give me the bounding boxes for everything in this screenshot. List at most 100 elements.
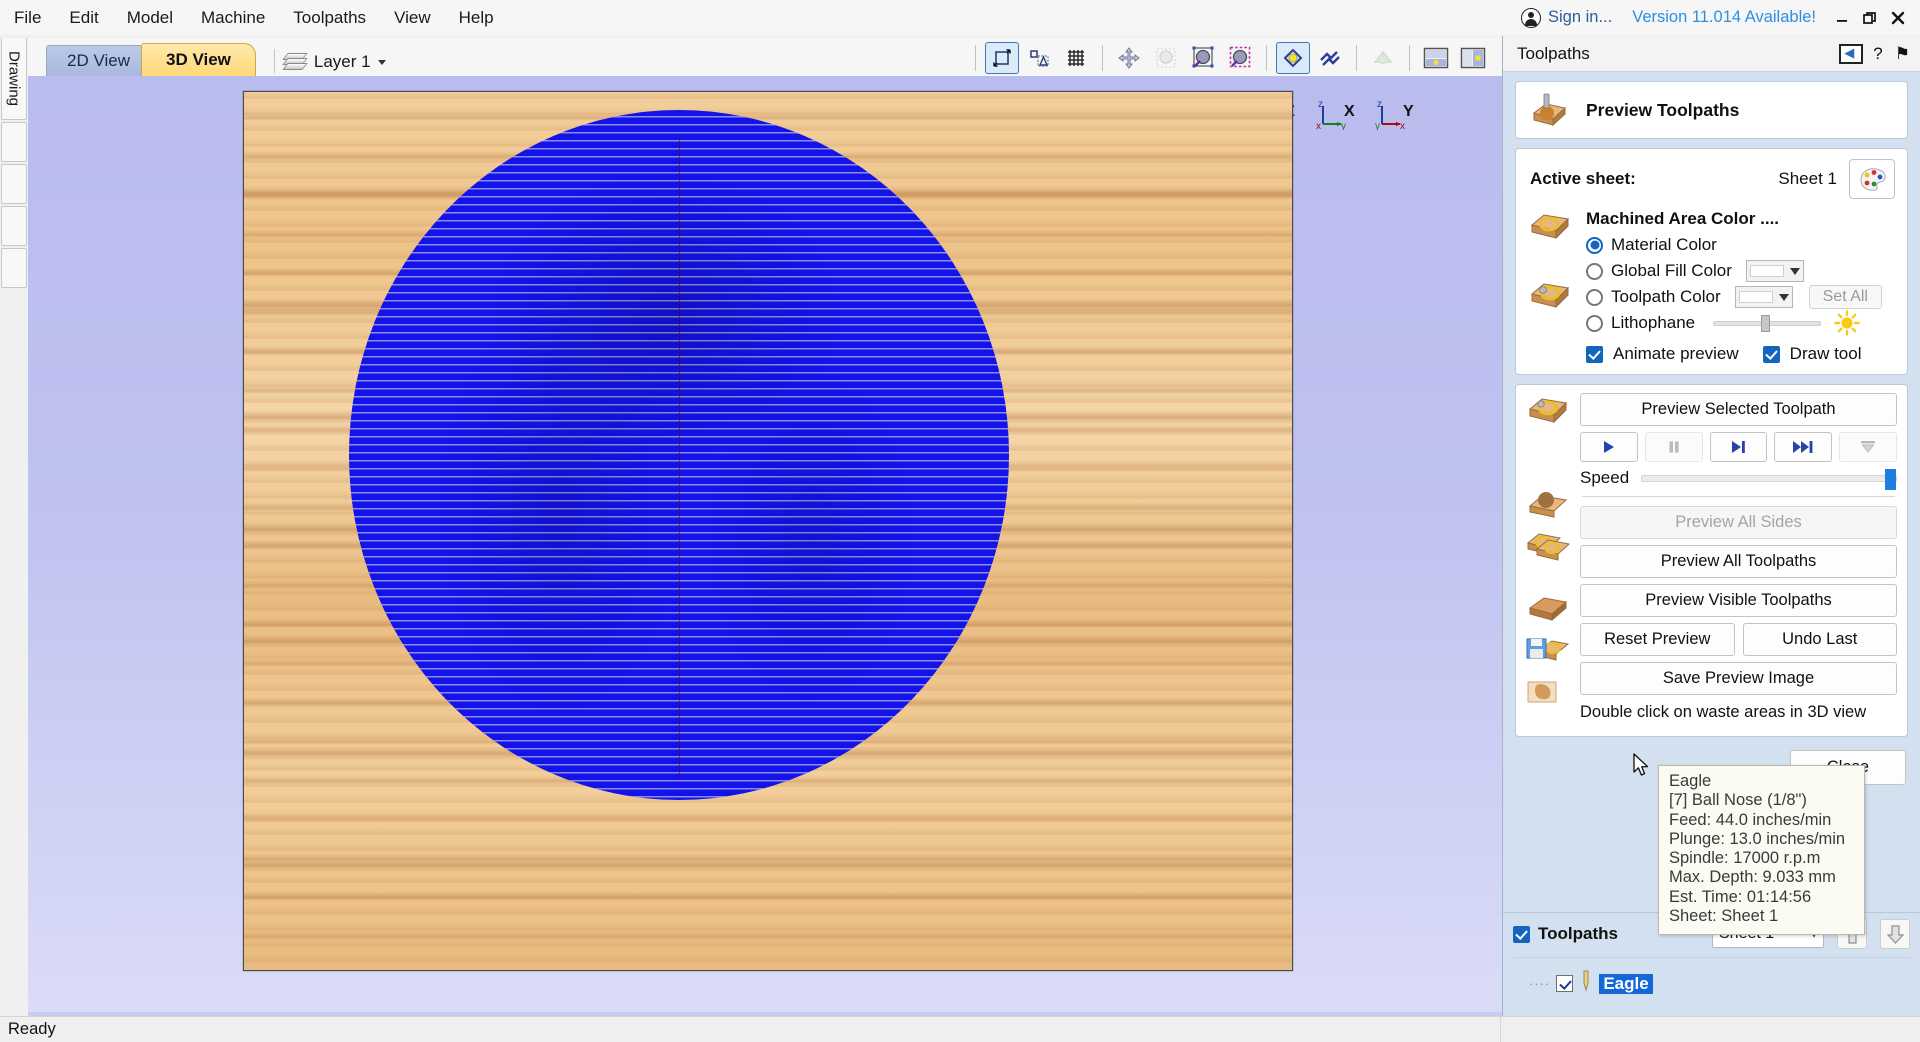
y-view-icon[interactable]: z x y Y [1374, 98, 1424, 130]
toolpaths-visible-checkbox[interactable] [1513, 926, 1530, 943]
material-board[interactable] [243, 91, 1293, 971]
toolpath-item-checkbox[interactable] [1556, 975, 1573, 992]
speed-slider-track[interactable] [1641, 475, 1897, 482]
radio-row-lithophane[interactable]: Lithophane [1586, 310, 1895, 336]
step-forward-button[interactable] [1710, 432, 1768, 462]
preview-toolpaths-header: Preview Toolpaths [1516, 82, 1907, 138]
x-view-icon[interactable]: z y x X [1315, 98, 1365, 130]
toolpath-color-combo[interactable] [1735, 286, 1793, 308]
fast-forward-button[interactable] [1774, 432, 1832, 462]
set-all-button[interactable]: Set All [1809, 285, 1882, 309]
sign-in-button[interactable]: Sign in... [1513, 8, 1620, 28]
slider-thumb[interactable] [1761, 315, 1770, 332]
play-icon [1601, 439, 1617, 455]
center-reference-line [679, 138, 680, 780]
toolpath-list-item[interactable]: ···· Eagle [1503, 966, 1920, 1001]
pause-button[interactable] [1645, 432, 1703, 462]
collapse-panel-icon[interactable] [1839, 44, 1863, 64]
preview-controls-row: Preview Selected Toolpath [1516, 385, 1907, 736]
draw-tool-checkbox[interactable] [1763, 346, 1780, 363]
step-forward-icon [1729, 439, 1747, 455]
two-view-layout-button[interactable] [1419, 42, 1453, 74]
radio-global-fill-color[interactable] [1586, 263, 1603, 280]
menu-machine[interactable]: Machine [187, 3, 279, 33]
layer-selector[interactable]: Layer 1 [285, 52, 386, 72]
animate-preview-checkbox[interactable] [1586, 346, 1603, 363]
radio-label-lithophane: Lithophane [1611, 313, 1695, 333]
preview-all-sides-button[interactable]: Preview All Sides [1580, 506, 1897, 539]
global-fill-color-combo[interactable] [1746, 260, 1804, 282]
toggle-grid-button[interactable] [1059, 42, 1093, 74]
dock-tab-4[interactable] [1, 206, 27, 246]
dock-tab-3[interactable] [1, 164, 27, 204]
toolpaths-panel: Toolpaths ? ⚑ Preview Toolpaths [1502, 36, 1920, 1026]
machined-area-card: Active sheet: Sheet 1 [1515, 148, 1908, 375]
status-text: Ready [0, 1020, 56, 1039]
toolbar-divider-3 [1266, 45, 1267, 71]
radio-row-material-color[interactable]: Material Color [1586, 232, 1895, 258]
menu-file[interactable]: File [0, 3, 55, 33]
menu-toolpaths[interactable]: Toolpaths [279, 3, 380, 33]
radio-lithophane[interactable] [1586, 315, 1603, 332]
menu-model[interactable]: Model [113, 3, 187, 33]
zoom-to-selection-button[interactable] [1022, 42, 1056, 74]
preview-all-sides-icon [1526, 486, 1570, 520]
3d-viewport[interactable]: z y x y x z Z z y x [28, 76, 1502, 1022]
dock-tab-5[interactable] [1, 248, 27, 288]
pan-view-button[interactable] [1112, 42, 1146, 74]
sheet-color-palette-button[interactable] [1849, 159, 1895, 199]
save-preview-image-button[interactable]: Save Preview Image [1580, 662, 1897, 695]
move-toolpath-down-button[interactable] [1880, 919, 1910, 949]
help-icon[interactable]: ? [1871, 44, 1884, 64]
svg-text:y: y [1341, 121, 1346, 130]
restore-icon [1863, 11, 1878, 25]
menu-edit[interactable]: Edit [55, 3, 112, 33]
minimize-button[interactable] [1828, 0, 1856, 36]
radio-row-toolpath-color[interactable]: Toolpath Color Set All [1586, 284, 1895, 310]
speed-label: Speed [1580, 468, 1629, 488]
preview-selected-toolpath-icon [1526, 393, 1570, 429]
menu-help[interactable]: Help [445, 3, 508, 33]
radio-row-global-fill-color[interactable]: Global Fill Color [1586, 258, 1895, 284]
zoom-to-selection-icon [1028, 47, 1050, 69]
preview-toolpaths-icon [1528, 91, 1570, 129]
play-button[interactable] [1580, 432, 1638, 462]
restore-button[interactable] [1856, 0, 1884, 36]
shade-model-button[interactable] [1276, 42, 1310, 74]
tab-3d-view[interactable]: 3D View [141, 43, 256, 76]
reset-to-top-button[interactable] [1839, 432, 1897, 462]
wireframe-button[interactable] [1366, 42, 1400, 74]
shade-model-icon [1281, 46, 1305, 70]
global-fill-color-swatch [1750, 265, 1784, 277]
zoom-selected-button[interactable] [1223, 42, 1257, 74]
speed-slider-thumb[interactable] [1885, 469, 1896, 490]
close-window-button[interactable] [1884, 0, 1912, 36]
palette-icon [1856, 166, 1888, 192]
draw-toolpaths-button[interactable] [1313, 42, 1347, 74]
radio-material-color[interactable] [1586, 237, 1603, 254]
dock-tab-drawing[interactable]: Drawing [1, 38, 27, 120]
reset-preview-button[interactable]: Reset Preview [1580, 623, 1735, 656]
radio-toolpath-color[interactable] [1586, 289, 1603, 306]
waste-area-hint-row: Double click on waste areas in 3D view [1580, 701, 1897, 732]
machined-area-preview[interactable] [349, 110, 1009, 800]
lithophane-brightness-slider[interactable] [1713, 314, 1821, 332]
zoom-object-button[interactable] [1186, 42, 1220, 74]
preview-visible-toolpaths-button[interactable]: Preview Visible Toolpaths [1580, 584, 1897, 617]
tree-connector: ···· [1529, 976, 1550, 991]
zoom-previous-button[interactable] [1149, 42, 1183, 74]
undo-last-button[interactable]: Undo Last [1743, 623, 1898, 656]
menu-view[interactable]: View [380, 3, 445, 33]
animate-preview-label: Animate preview [1613, 344, 1739, 364]
chevron-down-icon [1776, 294, 1792, 301]
version-available-link[interactable]: Version 11.014 Available! [1620, 8, 1828, 27]
tab-2d-view[interactable]: 2D View [46, 45, 151, 76]
left-dock-tabs: Drawing [0, 38, 28, 318]
preview-selected-toolpath-button[interactable]: Preview Selected Toolpath [1580, 393, 1897, 426]
split-view-layout-button[interactable] [1456, 42, 1490, 74]
dock-tab-2[interactable] [1, 122, 27, 162]
pin-icon[interactable]: ⚑ [1893, 44, 1912, 64]
zoom-to-fit-button[interactable] [985, 42, 1019, 74]
brightness-icon [1834, 310, 1860, 336]
preview-all-toolpaths-button[interactable]: Preview All Toolpaths [1580, 545, 1897, 578]
